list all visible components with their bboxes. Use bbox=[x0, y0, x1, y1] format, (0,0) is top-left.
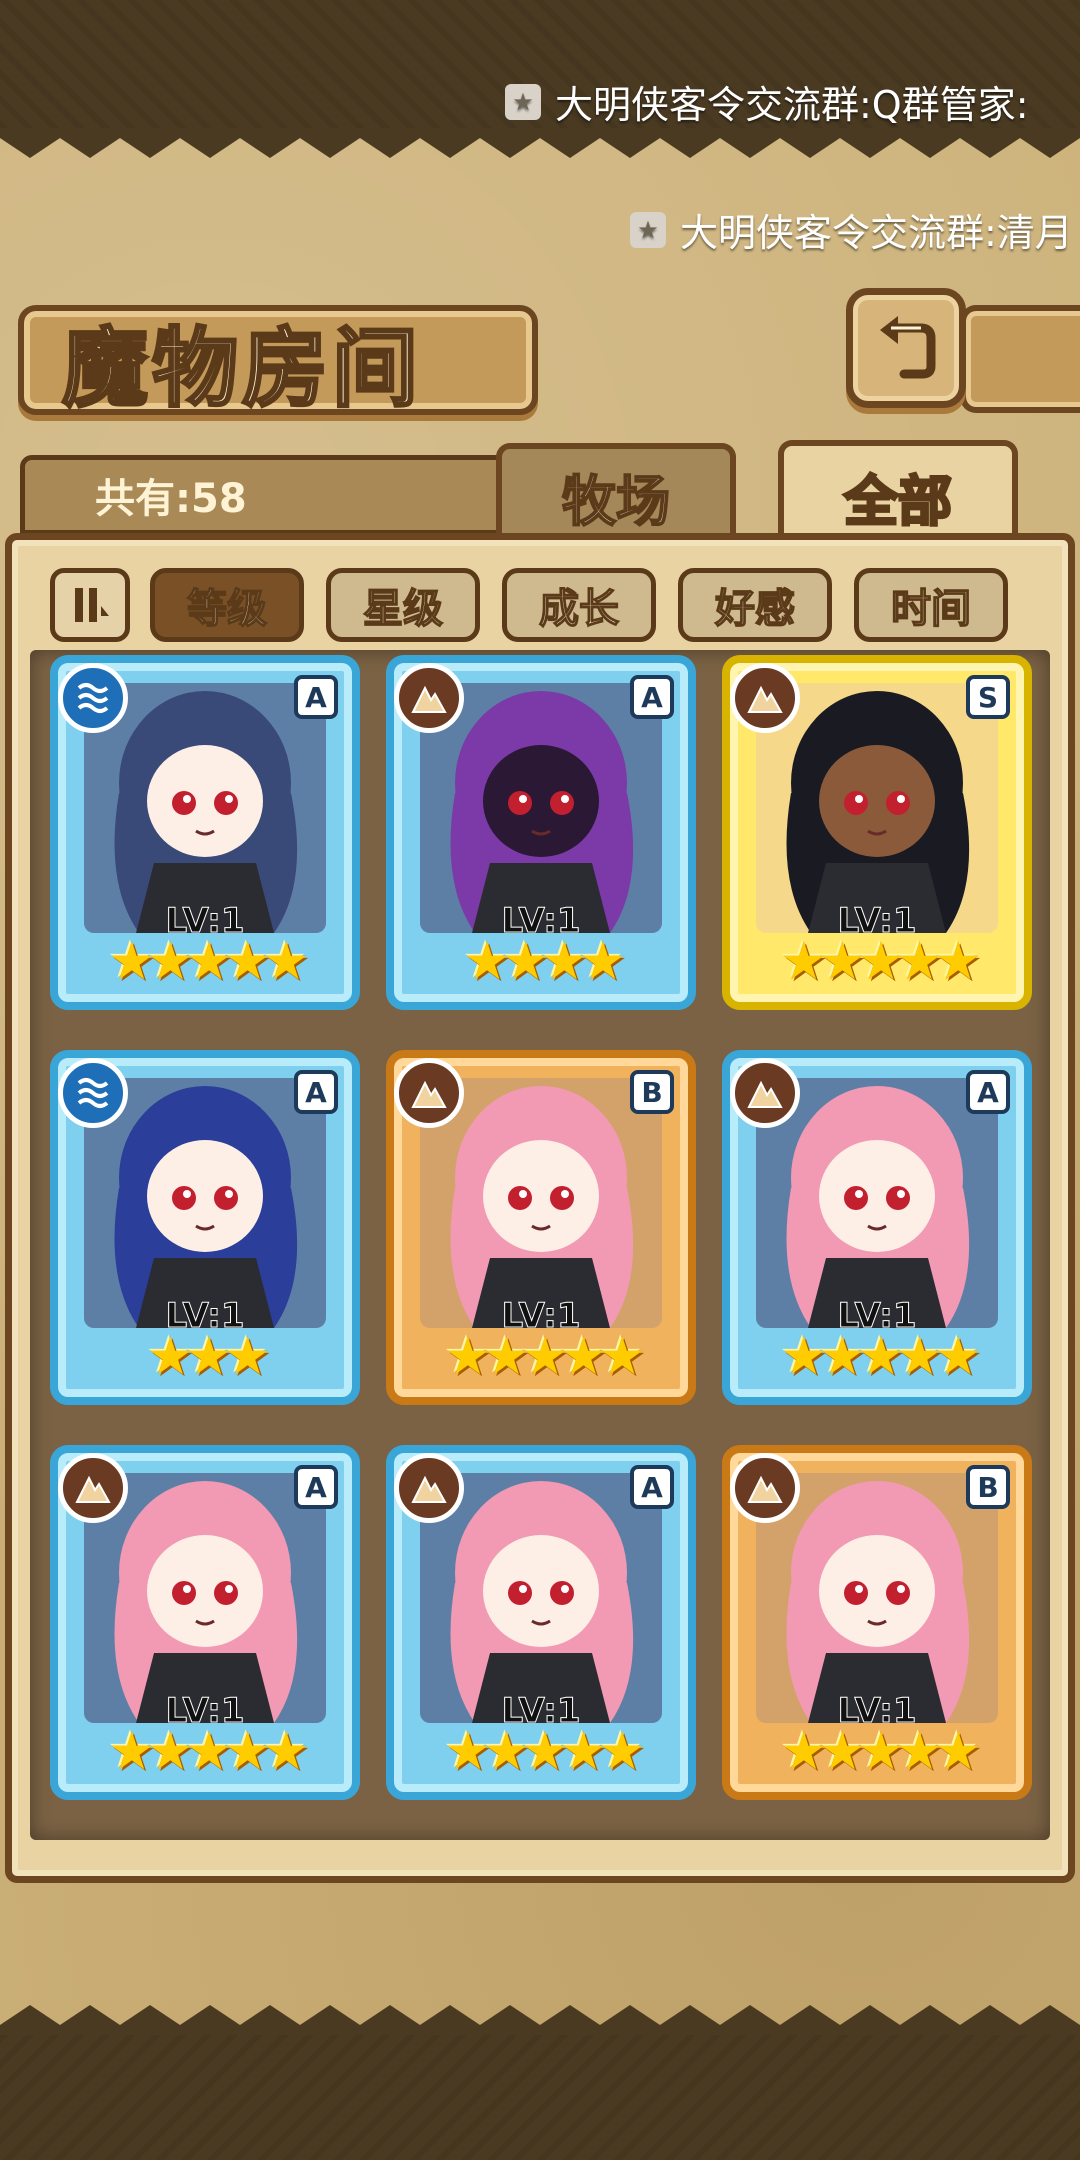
marquee-text-2: 大明侠客令交流群:清月 bbox=[680, 211, 1073, 255]
water-element-icon bbox=[58, 663, 128, 733]
star-rating: ★★★★★ bbox=[780, 1327, 981, 1387]
rank-badge: A bbox=[630, 1465, 674, 1509]
tab-pasture[interactable]: 牧场 bbox=[496, 443, 736, 543]
page-title: 魔物房间 bbox=[61, 316, 422, 420]
star-rating: ★★★★★ bbox=[108, 932, 309, 992]
monster-portrait bbox=[420, 1078, 662, 1328]
monster-card-5[interactable]: B LV:1 ★★★★★ bbox=[386, 1050, 696, 1405]
sort-level-button[interactable]: 等级 bbox=[150, 568, 304, 642]
earth-element-icon bbox=[730, 1453, 800, 1523]
monster-portrait bbox=[420, 1473, 662, 1723]
bottom-border bbox=[0, 2035, 1080, 2160]
zigzag-top-edge bbox=[0, 128, 1080, 158]
earth-element-icon bbox=[58, 1453, 128, 1523]
star-rating: ★★★★ bbox=[463, 932, 626, 992]
star-rating: ★★★★★ bbox=[444, 1327, 645, 1387]
rank-badge: A bbox=[966, 1070, 1010, 1114]
monster-card-8[interactable]: A LV:1 ★★★★★ bbox=[386, 1445, 696, 1800]
monster-card-4[interactable]: A LV:1 ★★★ bbox=[50, 1050, 360, 1405]
return-arrow-icon bbox=[880, 316, 936, 379]
monster-card-2[interactable]: A LV:1 ★★★★ bbox=[386, 655, 696, 1010]
rank-badge: A bbox=[630, 675, 674, 719]
pause-sort-icon bbox=[75, 588, 109, 622]
tab-all[interactable]: 全部 bbox=[778, 440, 1018, 546]
earth-element-icon bbox=[730, 663, 800, 733]
star-rating: ★★★★★ bbox=[780, 1722, 981, 1782]
rank-badge: B bbox=[630, 1070, 674, 1114]
zigzag-bottom-edge bbox=[0, 2005, 1080, 2035]
sort-growth-button[interactable]: 成长 bbox=[502, 568, 656, 642]
rank-badge: S bbox=[966, 675, 1010, 719]
marquee-message-2: ★ 大明侠客令交流群:清月 bbox=[630, 202, 1073, 257]
monster-portrait bbox=[756, 1078, 998, 1328]
monster-portrait bbox=[84, 683, 326, 933]
water-element-icon bbox=[58, 1058, 128, 1128]
title-plate: 魔物房间 bbox=[18, 305, 538, 420]
marquee-message-1: ★ 大明侠客令交流群:Q群管家: bbox=[505, 74, 1029, 129]
star-rating: ★★★★★ bbox=[444, 1722, 645, 1782]
rank-badge: A bbox=[294, 675, 338, 719]
monster-card-1[interactable]: A LV:1 ★★★★★ bbox=[50, 655, 360, 1010]
rank-badge: A bbox=[294, 1070, 338, 1114]
marquee-text-1: 大明侠客令交流群:Q群管家: bbox=[555, 83, 1029, 127]
rank-badge: A bbox=[294, 1465, 338, 1509]
monster-card-7[interactable]: A LV:1 ★★★★★ bbox=[50, 1445, 360, 1800]
star-rating: ★★★★★ bbox=[108, 1722, 309, 1782]
sort-affection-button[interactable]: 好感 bbox=[678, 568, 832, 642]
monster-portrait bbox=[756, 683, 998, 933]
earth-element-icon bbox=[730, 1058, 800, 1128]
star-rating: ★★★★★ bbox=[780, 932, 981, 992]
monster-count-bar: 共有:58 bbox=[20, 455, 540, 535]
sort-time-button[interactable]: 时间 bbox=[854, 568, 1008, 642]
monster-card-3[interactable]: S LV:1 ★★★★★ bbox=[722, 655, 1032, 1010]
monster-portrait bbox=[420, 683, 662, 933]
sort-star-button[interactable]: 星级 bbox=[326, 568, 480, 642]
earth-element-icon bbox=[394, 663, 464, 733]
monster-portrait bbox=[84, 1078, 326, 1328]
back-button[interactable] bbox=[846, 288, 966, 408]
sort-order-toggle[interactable] bbox=[50, 568, 130, 642]
monster-portrait bbox=[756, 1473, 998, 1723]
monster-portrait bbox=[84, 1473, 326, 1723]
monster-count: 共有:58 bbox=[95, 476, 247, 522]
earth-element-icon bbox=[394, 1453, 464, 1523]
announcement-icon: ★ bbox=[505, 83, 541, 120]
star-rating: ★★★ bbox=[147, 1327, 271, 1387]
monster-card-9[interactable]: B LV:1 ★★★★★ bbox=[722, 1445, 1032, 1800]
announcement-icon: ★ bbox=[630, 211, 666, 248]
earth-element-icon bbox=[394, 1058, 464, 1128]
rank-badge: B bbox=[966, 1465, 1010, 1509]
back-button-extension bbox=[960, 305, 1080, 413]
monster-card-6[interactable]: A LV:1 ★★★★★ bbox=[722, 1050, 1032, 1405]
